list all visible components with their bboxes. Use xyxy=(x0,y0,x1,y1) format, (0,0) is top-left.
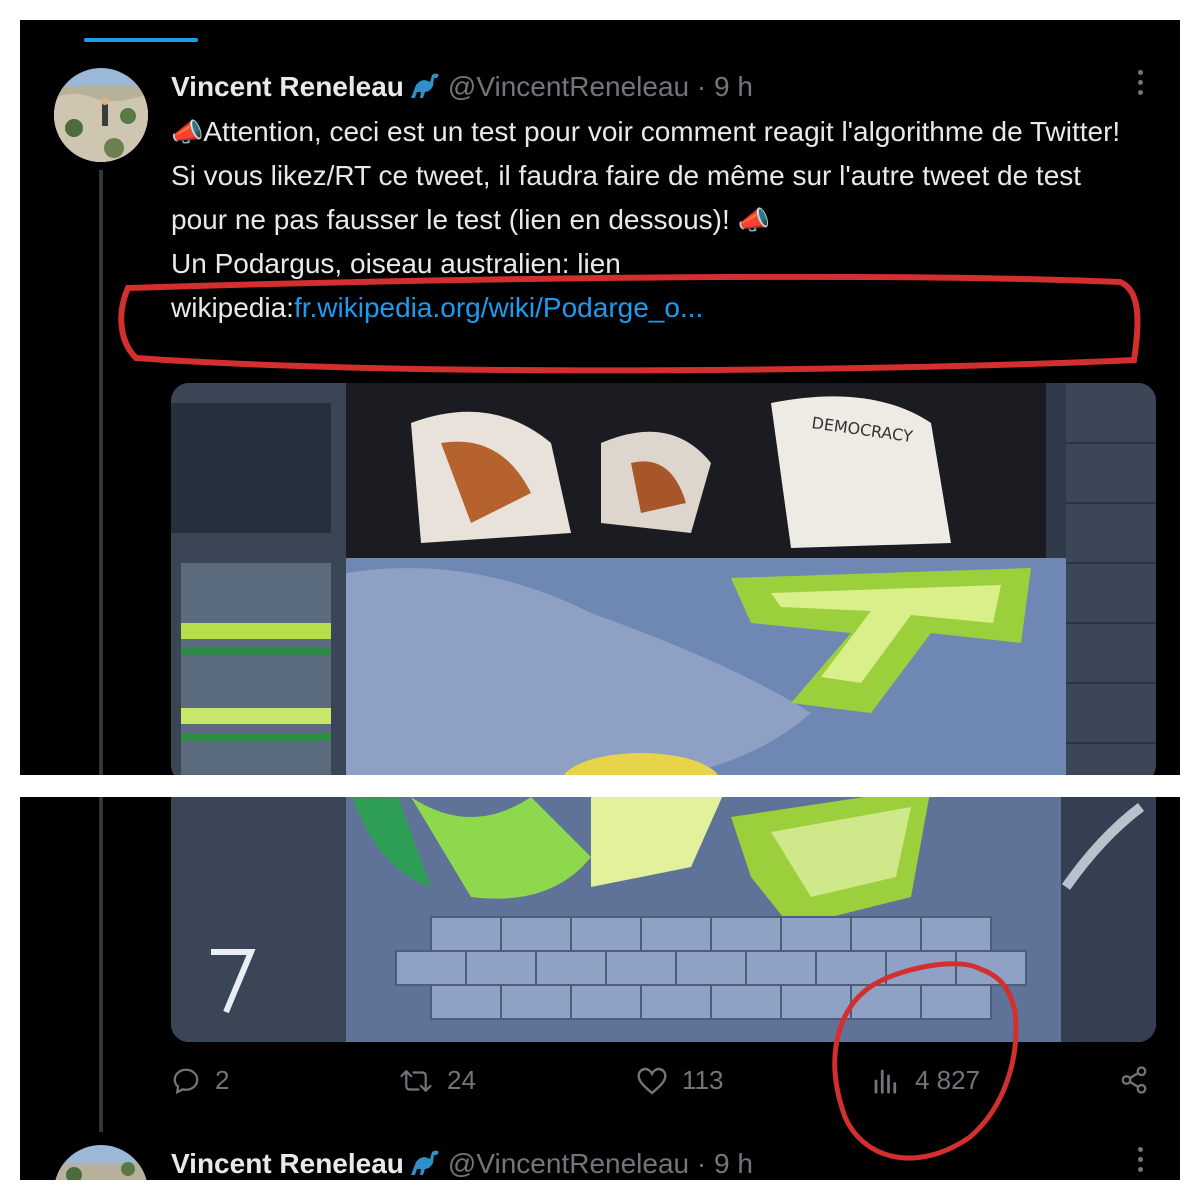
tweet-paragraph: 📣Attention, ceci est un test pour voir c… xyxy=(171,110,1141,242)
dinosaur-emoji-icon xyxy=(408,72,442,108)
megaphone-emoji-icon: 📣 xyxy=(171,117,204,147)
tweet-media-image[interactable]: DEMOCRACY xyxy=(171,383,1156,775)
next-display-name[interactable]: Vincent Reneleau xyxy=(171,1148,404,1179)
tweet-screenshot-top: Vincent Reneleau @VincentReneleau · 9 h 📣… xyxy=(20,20,1180,775)
next-header-separator: · xyxy=(696,1148,707,1179)
tweet-paragraph-link: Un Podargus, oiseau australien: lien wik… xyxy=(171,242,1141,330)
display-name[interactable]: Vincent Reneleau xyxy=(171,71,404,102)
next-timestamp[interactable]: 9 h xyxy=(714,1148,753,1179)
reply-icon xyxy=(173,1068,199,1094)
more-options-icon[interactable] xyxy=(1132,70,1148,96)
header-separator: · xyxy=(696,71,707,102)
tweet-actions-bar: 2 24 113 4 827 xyxy=(171,1065,1161,1105)
next-tweet-avatar[interactable] xyxy=(54,1145,148,1180)
tweet-screenshot-bottom: 2 24 113 4 827 Vincent Reneleau @VincentR… xyxy=(20,797,1180,1180)
retweet-count: 24 xyxy=(447,1065,476,1095)
megaphone-emoji-icon: 📣 xyxy=(737,205,770,235)
handle[interactable]: @VincentReneleau xyxy=(448,71,689,102)
like-count: 113 xyxy=(682,1065,724,1095)
tweet-header: Vincent Reneleau @VincentReneleau · 9 h xyxy=(171,70,753,108)
like-button[interactable]: 113 xyxy=(636,1065,723,1096)
reply-button[interactable]: 2 xyxy=(171,1065,229,1096)
reply-count: 2 xyxy=(215,1065,230,1095)
tweet-media-image-continued[interactable] xyxy=(171,797,1156,1042)
next-more-options-icon[interactable] xyxy=(1132,1147,1148,1173)
wikipedia-link[interactable]: fr.wikipedia.org/wiki/Podarge_o... xyxy=(294,292,703,323)
thread-line xyxy=(99,170,103,775)
avatar[interactable] xyxy=(54,68,148,162)
retweet-button[interactable]: 24 xyxy=(399,1065,476,1096)
share-button[interactable] xyxy=(1119,1065,1163,1095)
next-handle[interactable]: @VincentReneleau xyxy=(448,1148,689,1179)
view-count: 4 827 xyxy=(915,1065,981,1095)
thread-line xyxy=(99,797,103,1132)
next-tweet-header: Vincent Reneleau @VincentReneleau · 9 h xyxy=(171,1147,753,1180)
dinosaur-emoji-icon xyxy=(408,1149,442,1180)
retweet-icon xyxy=(400,1069,432,1092)
analytics-bars-icon xyxy=(874,1069,897,1094)
tweet-text-line1: Attention, ceci est un test pour voir co… xyxy=(171,116,1121,235)
share-icon xyxy=(1121,1066,1147,1094)
timestamp[interactable]: 9 h xyxy=(714,71,753,102)
heart-icon xyxy=(637,1067,667,1095)
active-tab-indicator xyxy=(84,38,198,42)
tweet-text: 📣Attention, ceci est un test pour voir c… xyxy=(171,110,1141,330)
views-button[interactable]: 4 827 xyxy=(871,1065,980,1096)
